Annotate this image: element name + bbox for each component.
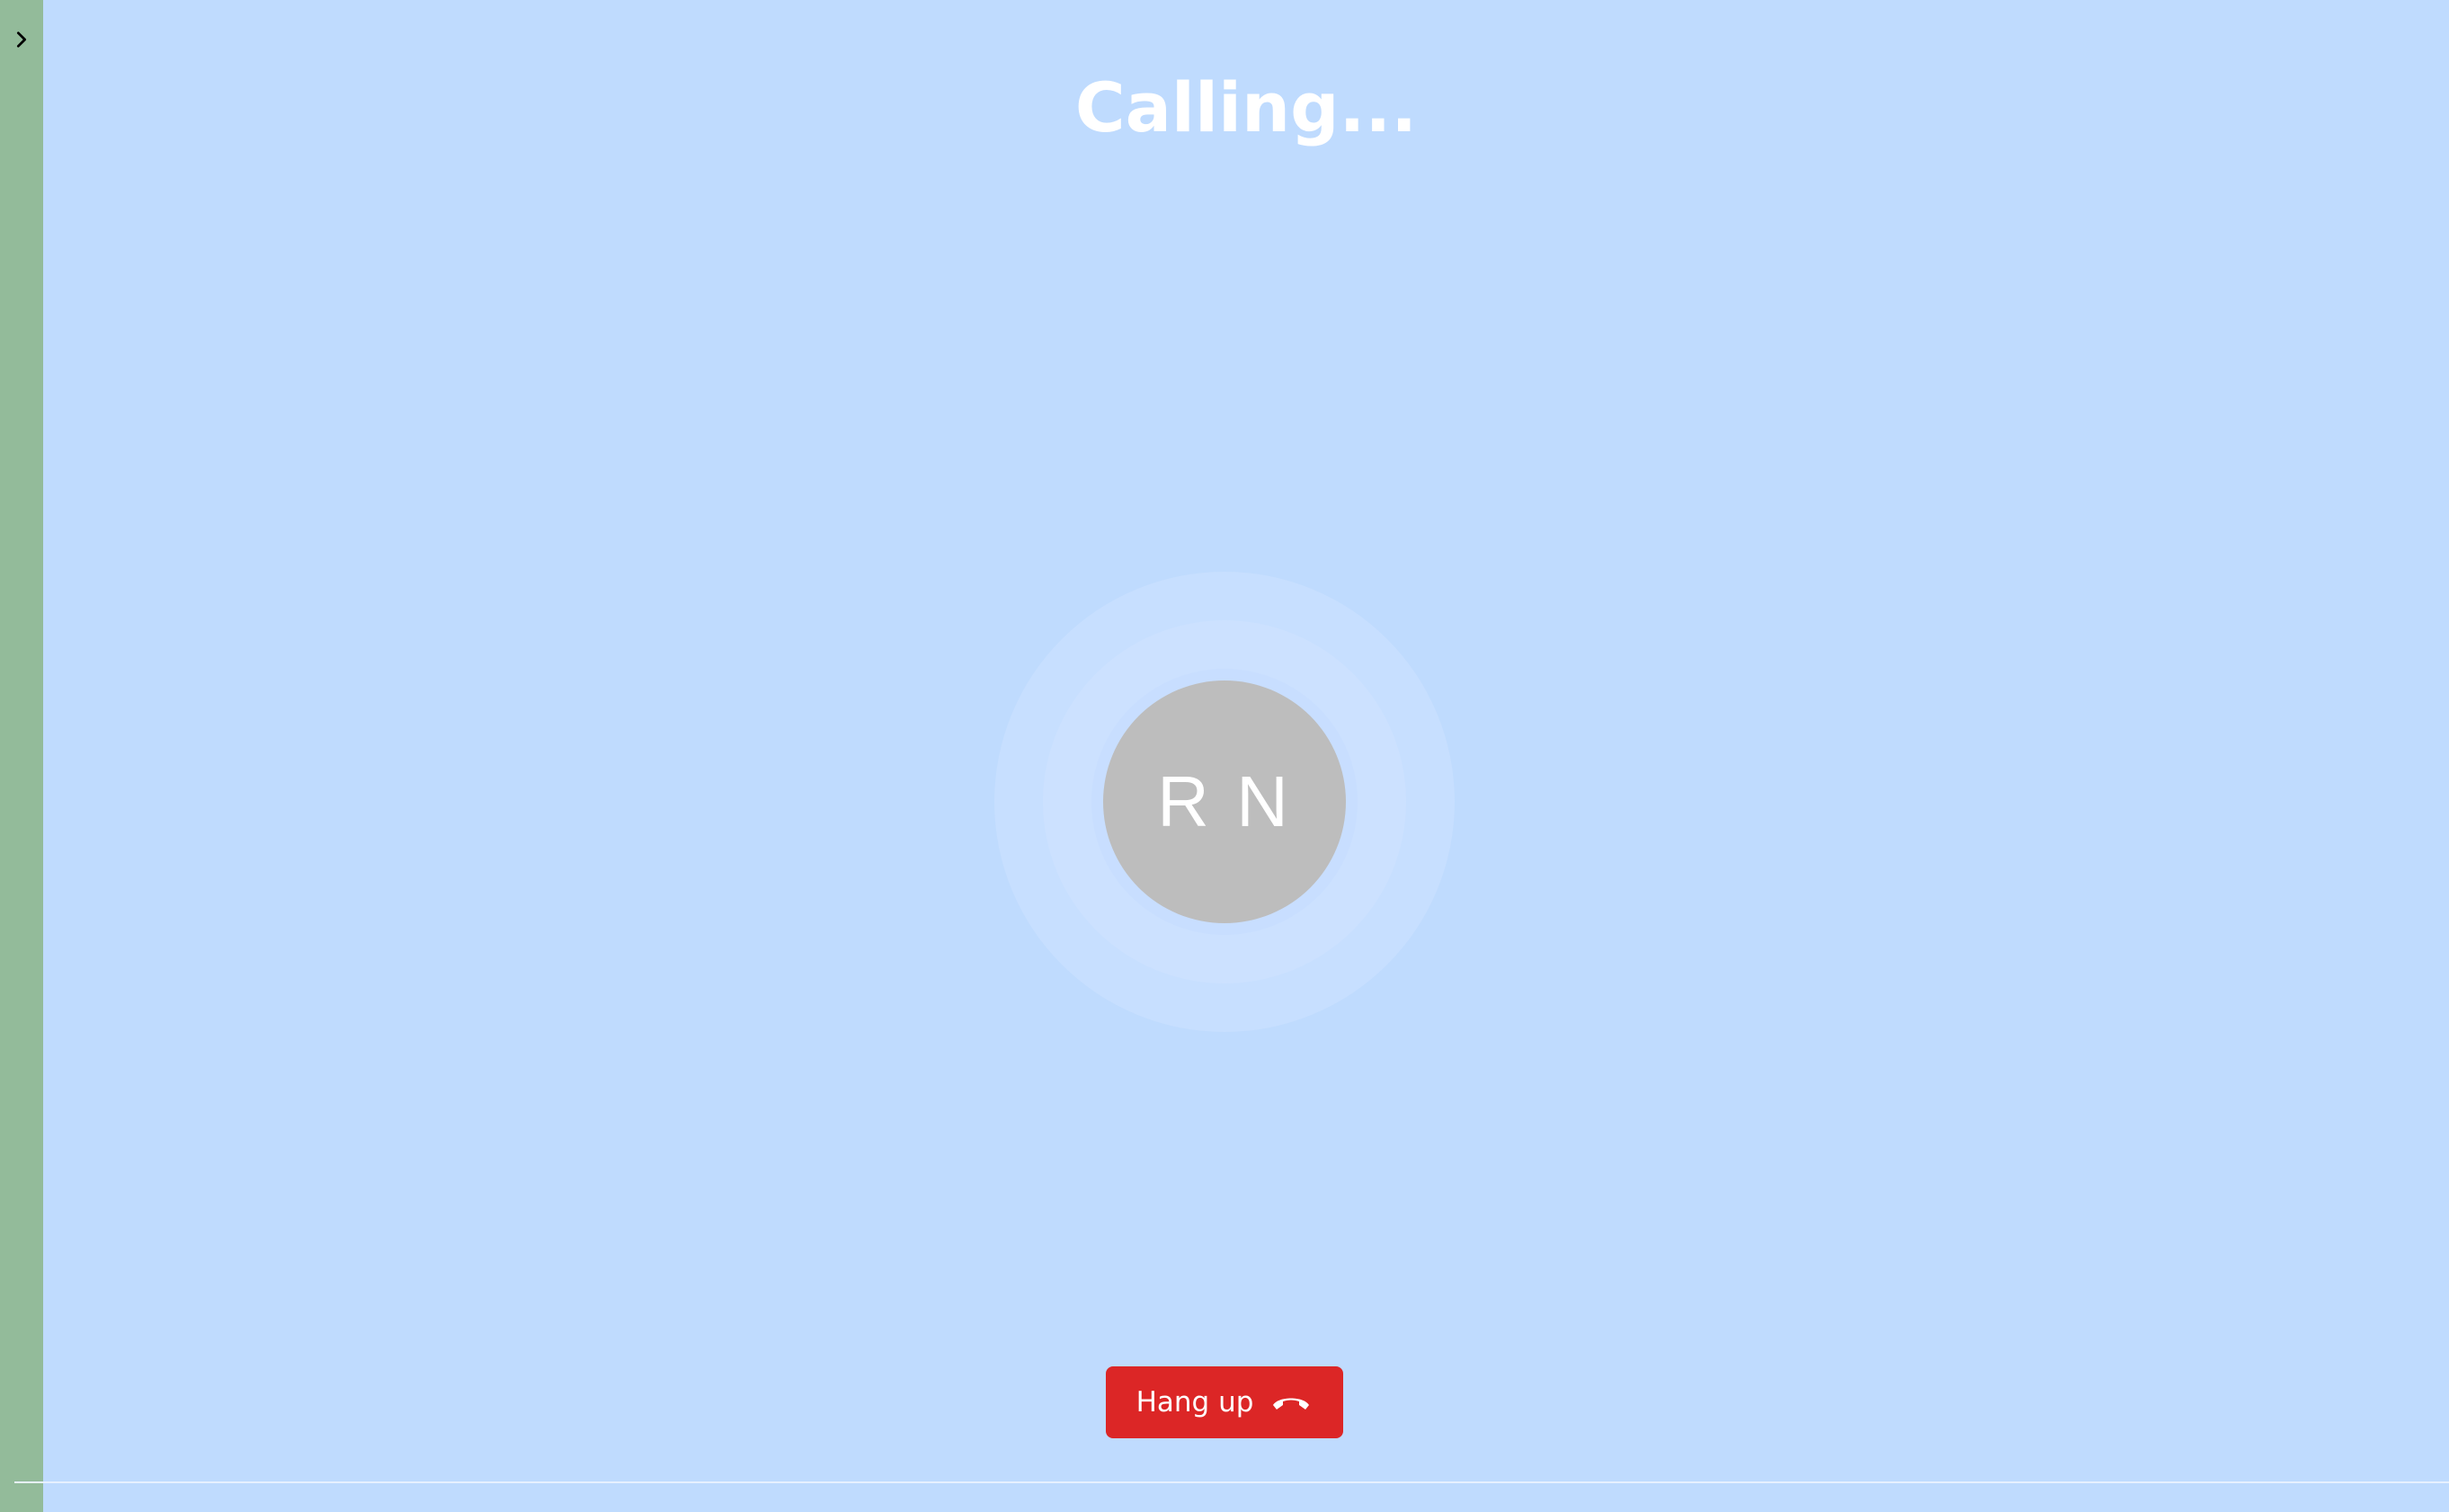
call-status-title: Calling... bbox=[1074, 67, 1418, 147]
contact-avatar: R N bbox=[1103, 680, 1346, 923]
divider bbox=[14, 1481, 2449, 1483]
hang-up-label: Hang up bbox=[1135, 1386, 1254, 1419]
sidebar-toggle-button[interactable] bbox=[5, 23, 38, 56]
phone-hangup-icon bbox=[1273, 1398, 1310, 1410]
sidebar bbox=[0, 0, 43, 1512]
hang-up-button[interactable]: Hang up bbox=[1106, 1366, 1343, 1438]
chevron-right-icon bbox=[16, 31, 27, 48]
call-screen: Calling... R N Hang up bbox=[0, 0, 2449, 1512]
contact-initials: R N bbox=[1157, 761, 1292, 841]
